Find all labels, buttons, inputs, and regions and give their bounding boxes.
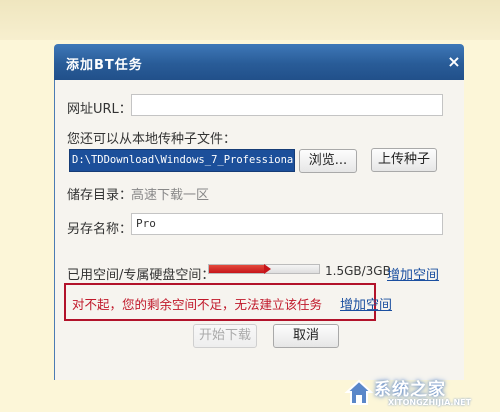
add-bt-task-dialog: 网址URL： 您还可以从本地传种子文件： D:\TDDownload\Windo…	[54, 80, 464, 380]
save-as-label: 另存名称：	[67, 222, 133, 237]
dialog-titlebar[interactable]: 添加BT任务 ×	[54, 44, 464, 80]
browse-button[interactable]: 浏览...	[299, 149, 357, 173]
increase-space-link[interactable]: 增加空间	[387, 264, 439, 283]
upload-seed-button[interactable]: 上传种子	[371, 148, 437, 172]
watermark-text: 系统之家	[374, 380, 446, 400]
storage-value: 高速下载一区	[131, 188, 210, 203]
error-message: 对不起，您的剩余空间不足，无法建立该任务 增加空间	[72, 294, 392, 313]
page-background-top	[0, 0, 500, 40]
seed-path-input[interactable]: D:\TDDownload\Windows_7_Professional_	[69, 149, 295, 172]
space-progress-tip	[264, 264, 271, 274]
close-icon[interactable]: ×	[444, 54, 464, 72]
error-message-box: 对不起，您的剩余空间不足，无法建立该任务 增加空间	[64, 283, 392, 321]
space-progress-fill	[209, 265, 264, 273]
dialog-title: 添加BT任务	[66, 58, 143, 73]
storage-label: 储存目录：	[67, 188, 133, 203]
cancel-button[interactable]: 取消	[273, 324, 339, 348]
watermark-url: XITONGZHIJIA.NET	[388, 398, 472, 407]
url-label: 网址URL：	[67, 102, 132, 117]
space-usage-text: 1.5GB/3GB	[325, 264, 391, 278]
error-increase-space-link[interactable]: 增加空间	[340, 298, 392, 313]
start-download-button[interactable]: 开始下载	[193, 324, 257, 348]
save-as-input[interactable]: Pro	[131, 213, 443, 235]
space-label: 已用空间/专属硬盘空间：	[67, 268, 215, 283]
watermark-house-icon	[344, 379, 374, 405]
url-input[interactable]	[131, 94, 443, 116]
local-seed-label: 您还可以从本地传种子文件：	[67, 132, 237, 147]
error-text: 对不起，您的剩余空间不足，无法建立该任务	[72, 297, 323, 312]
space-progress-bar	[208, 264, 320, 274]
